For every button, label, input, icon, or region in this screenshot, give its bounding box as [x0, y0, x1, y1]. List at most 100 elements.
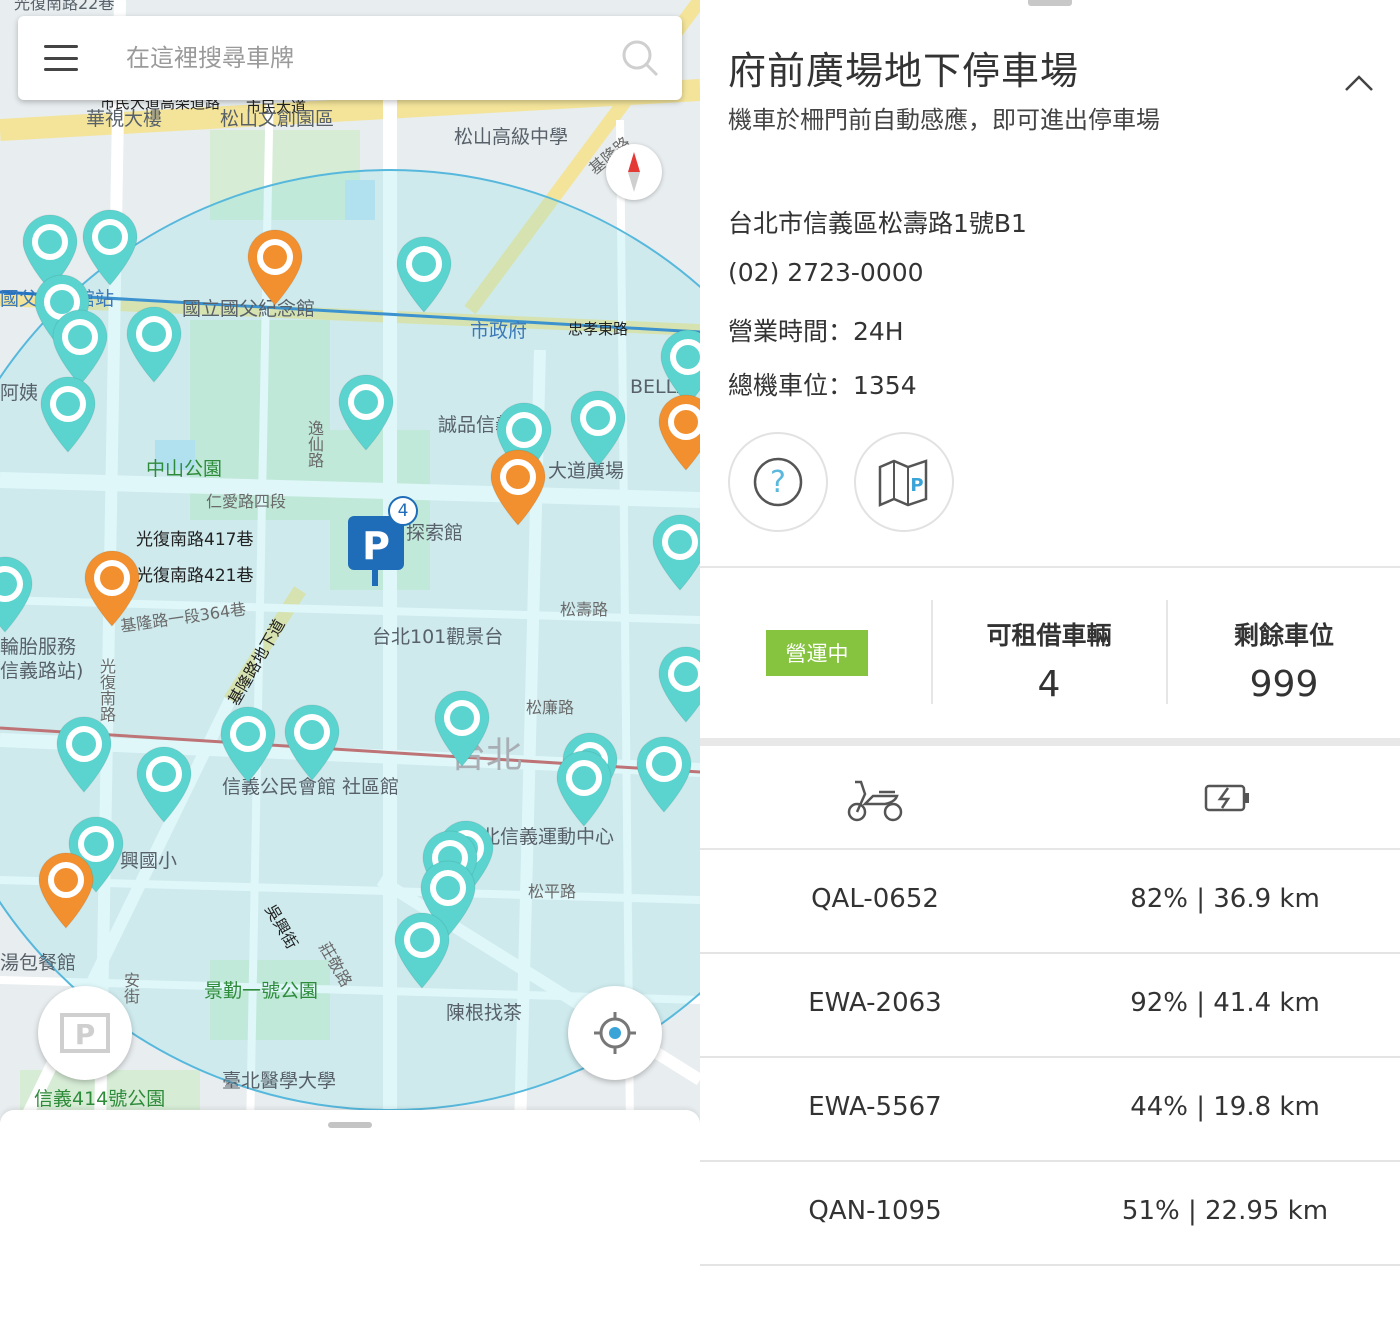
vehicle-pin-teal[interactable] [655, 644, 700, 724]
map-pin-icon [658, 394, 700, 471]
station-hours: 營業時間：24H [728, 317, 904, 346]
vehicle-pin-teal[interactable] [335, 372, 397, 452]
map-pin-icon [56, 716, 112, 793]
vehicle-pin-teal[interactable] [281, 702, 343, 782]
map-label: 松壽路 [560, 600, 609, 619]
vehicle-pin-teal[interactable] [391, 910, 453, 990]
map-label: 光復南路22巷 [14, 0, 115, 13]
station-detail-screen: 府前廣場地下停車場 機車於柵門前自動感應，即可進出停車場 台北市信義區松壽路1號… [700, 0, 1400, 1317]
parking-map-button[interactable]: P [854, 432, 954, 532]
parking-marker[interactable]: P 4 [346, 496, 418, 588]
map-pin-icon [570, 390, 626, 467]
vehicle-pin-orange[interactable] [244, 227, 306, 307]
map-pin-icon [556, 750, 612, 827]
map-label: 臺北醫學大學 [222, 1070, 337, 1092]
map-label: 忠孝東路 [568, 320, 629, 338]
question-icon: ? [753, 457, 803, 507]
svg-text:P: P [362, 524, 390, 568]
vehicle-pin-teal[interactable] [37, 374, 99, 454]
vehicle-pin-orange[interactable] [35, 850, 97, 930]
chevron-up-icon[interactable] [1342, 66, 1376, 100]
vehicle-pin-orange[interactable] [655, 392, 700, 472]
compass-button[interactable] [606, 144, 662, 200]
vehicle-pin-teal[interactable] [217, 704, 279, 784]
map-pin-icon [396, 236, 452, 313]
compass-icon [628, 152, 640, 192]
map-label: 台北101觀景台 [372, 626, 504, 648]
map-pin-icon [490, 449, 546, 526]
map-label: 景勤一號公園 [204, 980, 319, 1002]
station-name: 府前廣場地下停車場 [728, 49, 1080, 93]
divider [700, 738, 1400, 746]
divider [700, 566, 1400, 568]
map-label: 陳根找茶 [446, 1002, 523, 1024]
map-label: 華視大樓 [86, 108, 163, 130]
map-label: 光復南路417巷 [136, 530, 254, 550]
vehicle-battery: 92% | 41.4 km [1130, 988, 1320, 1018]
map-label: 光復南路421巷 [136, 566, 254, 586]
search-icon[interactable] [620, 38, 660, 78]
rentable-stat: 可租借車輛 4 [933, 616, 1165, 705]
map-label: 信義路站) [0, 660, 84, 682]
scooter-icon [847, 780, 903, 822]
vehicle-row[interactable]: QAN-1095 51% | 22.95 km [700, 1162, 1400, 1266]
parking-map-icon: P [878, 459, 928, 507]
menu-icon[interactable] [44, 45, 78, 71]
station-address: 台北市信義區松壽路1號B1 [728, 209, 1027, 238]
vehicle-pin-orange[interactable] [81, 548, 143, 628]
vehicle-pin-teal[interactable] [53, 714, 115, 794]
parking-filter-button[interactable]: P [38, 986, 132, 1080]
map-label: 逸仙路 [305, 420, 324, 468]
map-label: 松山文創園區 [220, 108, 335, 130]
vehicle-pin-teal[interactable] [649, 512, 700, 592]
map-pin-icon [126, 306, 182, 383]
station-total-spaces: 總機車位：1354 [728, 371, 917, 400]
vehicle-pin-teal[interactable] [393, 234, 455, 314]
map-pin-icon [38, 852, 94, 929]
vehicle-pin-teal[interactable] [553, 748, 615, 828]
parking-outline-icon: P [60, 1013, 110, 1053]
help-button[interactable]: ? [728, 432, 828, 532]
station-description: 機車於柵門前自動感應，即可進出停車場 [728, 106, 1160, 134]
battery-charge-icon [1204, 784, 1249, 812]
sheet-drag-handle[interactable] [328, 1122, 372, 1128]
bottom-sheet[interactable] [0, 1110, 700, 1317]
vehicle-pin-teal[interactable] [133, 744, 195, 824]
map-view[interactable]: 光復南路22巷 市民大道高架道路 市民大道 華視大樓 松山文創園區 松山高級中學… [0, 0, 700, 1130]
remaining-value: 999 [1249, 664, 1319, 705]
svg-text:P: P [910, 475, 923, 496]
vehicle-row[interactable]: QAL-0652 82% | 36.9 km [700, 850, 1400, 954]
map-label: 安街 [121, 972, 140, 1004]
vehicle-pin-teal[interactable] [431, 688, 493, 768]
map-label: 中山公園 [146, 458, 223, 480]
vehicle-pin-teal[interactable] [567, 388, 629, 468]
status-badge: 營運中 [766, 630, 868, 676]
map-label: 探索館 [406, 522, 464, 544]
map-label: 松山高級中學 [454, 126, 569, 148]
map-label: 松廉路 [526, 698, 575, 717]
map-label: 信義414號公園 [34, 1088, 166, 1110]
vehicle-pin-teal[interactable] [633, 734, 695, 814]
map-pin-icon [84, 550, 140, 627]
vehicle-pin-orange[interactable] [487, 447, 549, 527]
vehicle-pin-teal[interactable] [123, 304, 185, 384]
map-label: 光復南路 [97, 658, 116, 722]
map-pin-icon [247, 229, 303, 306]
map-screen: 光復南路22巷 市民大道高架道路 市民大道 華視大樓 松山文創園區 松山高級中學… [0, 0, 700, 1317]
station-phone[interactable]: (02) 2723-0000 [728, 258, 924, 287]
map-pin-icon [338, 374, 394, 451]
vehicle-row[interactable]: EWA-2063 92% | 41.4 km [700, 954, 1400, 1058]
sheet-drag-handle[interactable] [1028, 0, 1072, 6]
map-pin-icon [220, 706, 276, 783]
map-pin-icon [652, 514, 700, 591]
map-label: 興國小 [120, 850, 178, 872]
vehicle-pin-teal[interactable] [0, 554, 36, 634]
vehicle-row[interactable]: EWA-5567 44% | 19.8 km [700, 1058, 1400, 1162]
vehicle-plate: EWA-5567 [808, 1092, 942, 1122]
locate-me-button[interactable] [568, 986, 662, 1080]
rentable-value: 4 [1037, 664, 1061, 705]
map-pin-icon [0, 556, 33, 633]
vehicle-plate: QAN-1095 [808, 1196, 942, 1226]
vehicle-battery: 82% | 36.9 km [1130, 884, 1320, 914]
search-input[interactable] [126, 44, 586, 72]
